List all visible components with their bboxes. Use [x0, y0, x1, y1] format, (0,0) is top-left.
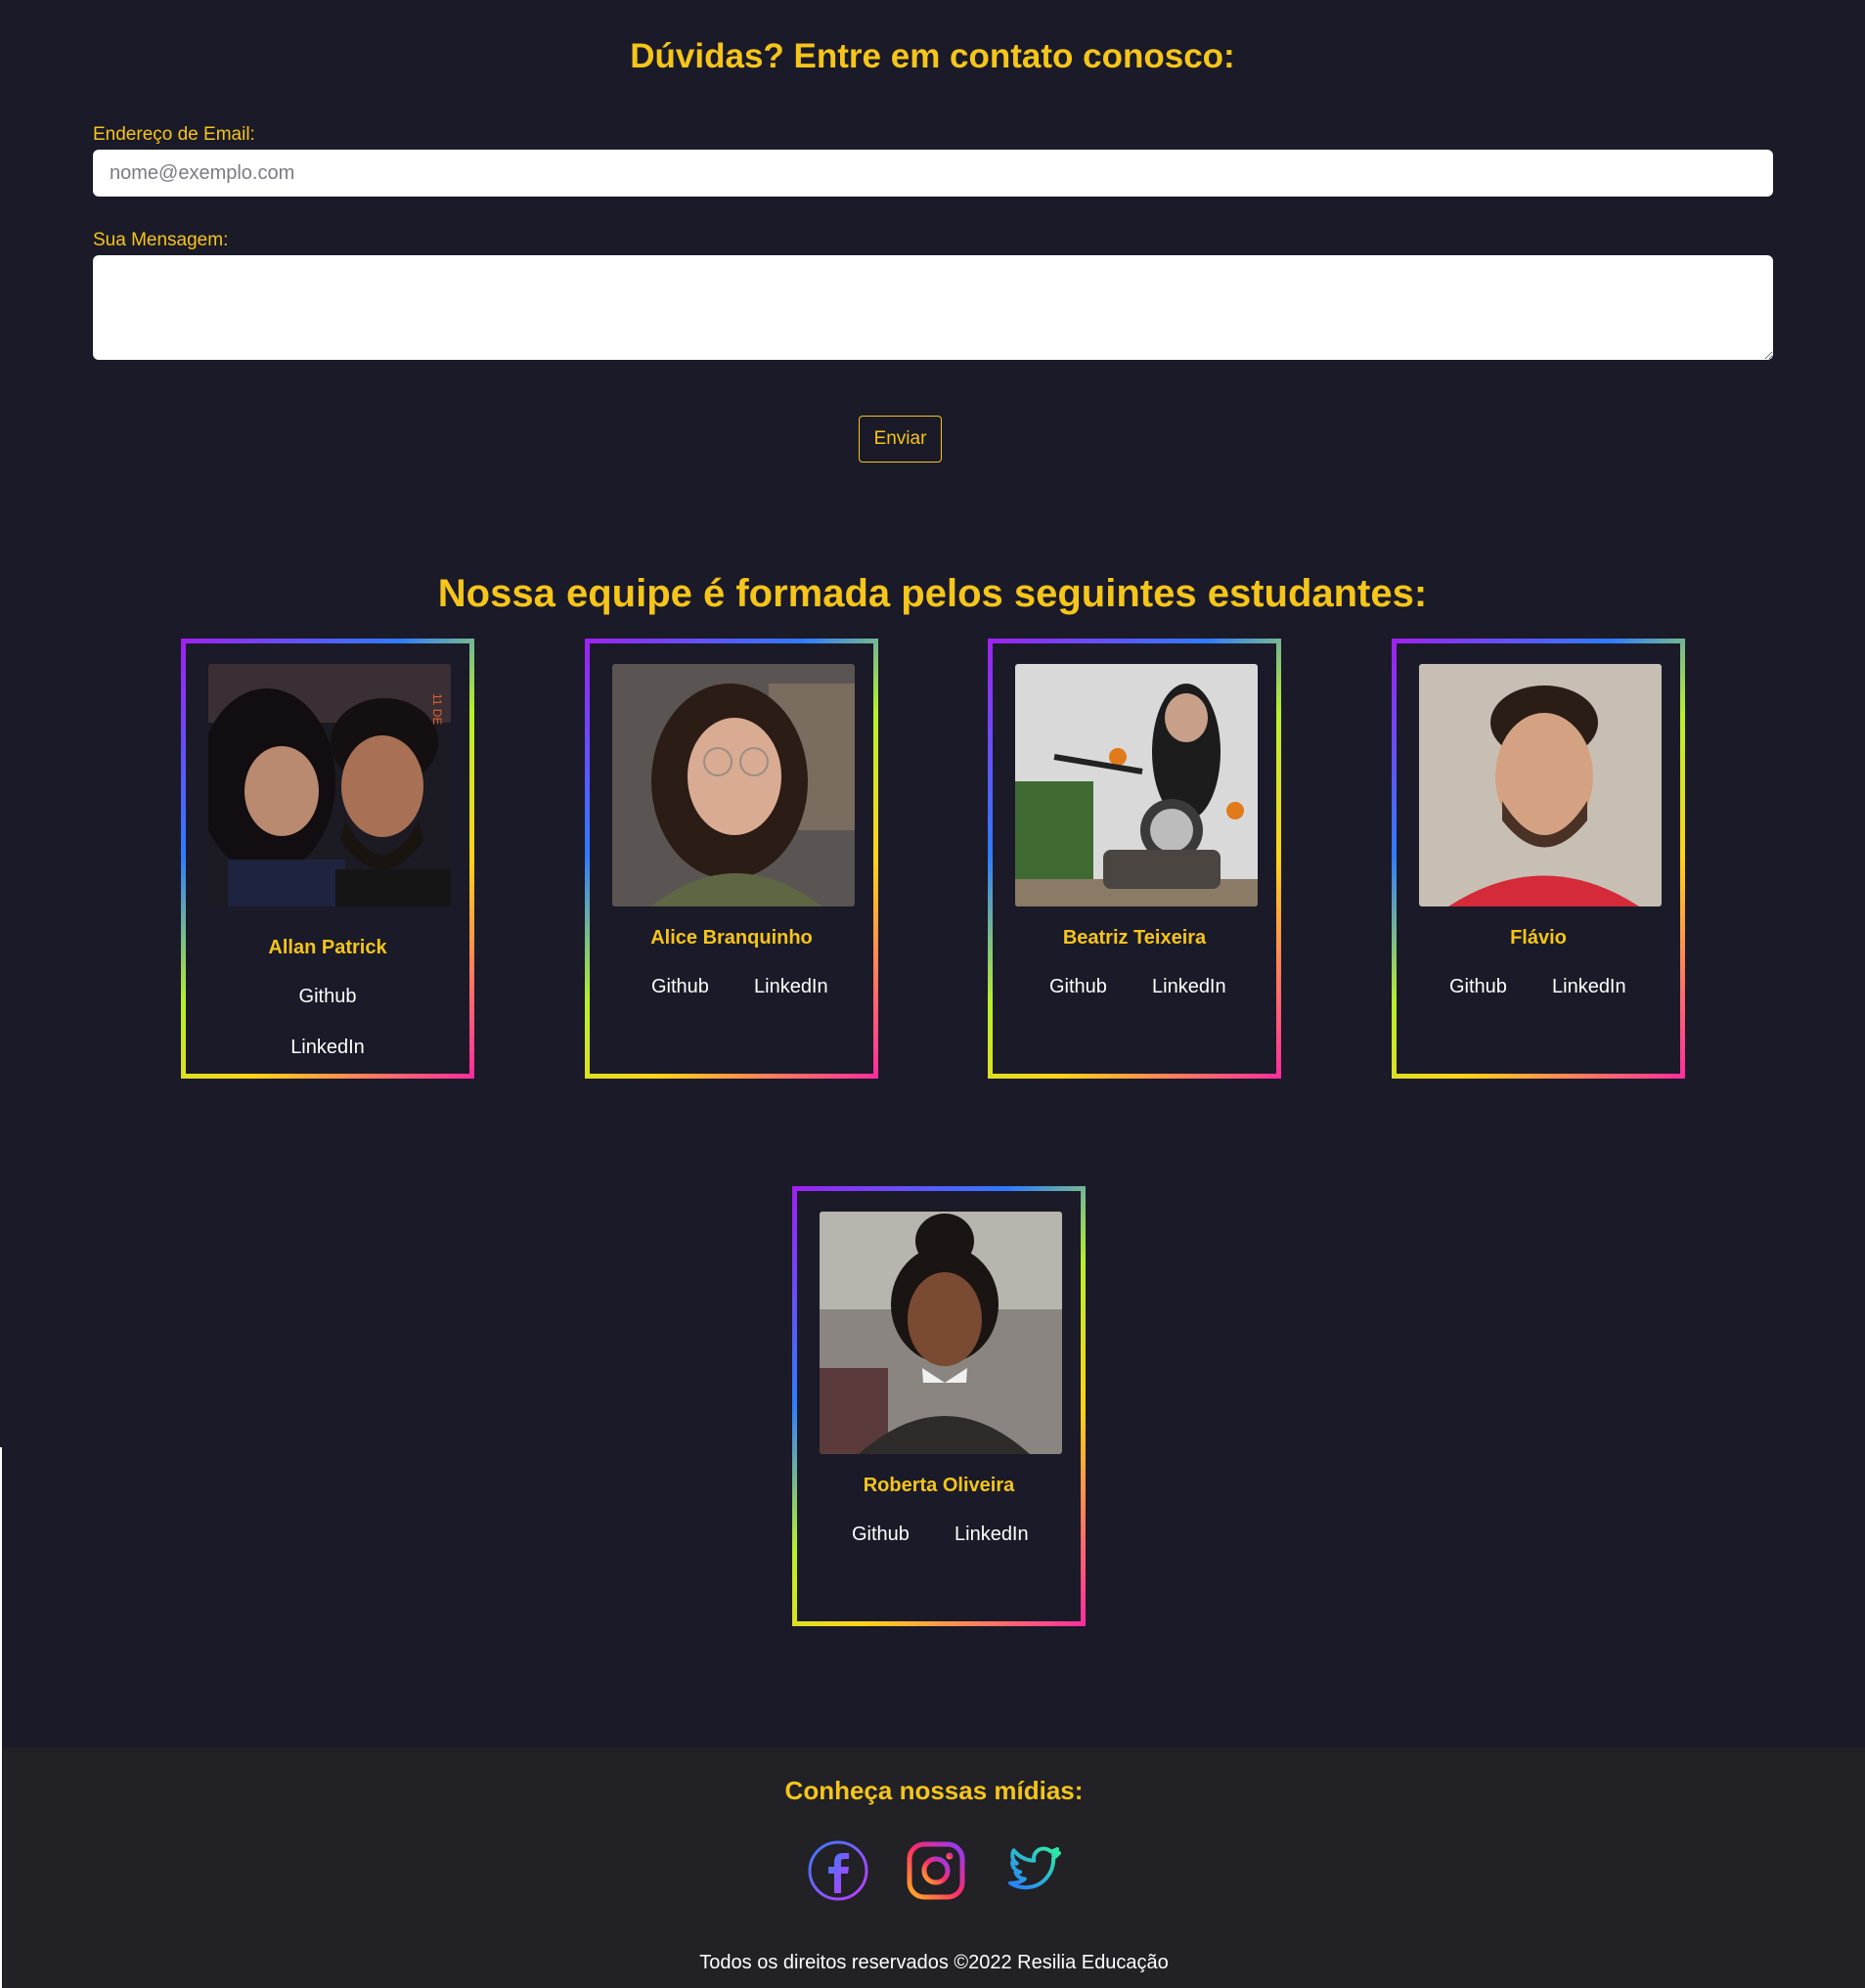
github-link[interactable]: Github — [1449, 976, 1507, 998]
team-title: Nossa equipe é formada pelos seguintes e… — [437, 572, 1428, 615]
github-link[interactable]: Github — [186, 986, 469, 1008]
linkedin-link[interactable]: LinkedIn — [1152, 976, 1226, 998]
member-photo: 11 DE — [208, 664, 451, 906]
instagram-icon[interactable] — [905, 1839, 967, 1902]
footer-title: Conheça nossas mídias: — [784, 1776, 1084, 1805]
email-label: Endereço de Email: — [93, 124, 255, 145]
github-link[interactable]: Github — [651, 976, 709, 998]
svg-text:11 DE: 11 DE — [430, 693, 444, 725]
linkedin-link[interactable]: LinkedIn — [1552, 976, 1626, 998]
contact-title: Dúvidas? Entre em contato conosco: — [630, 37, 1235, 75]
member-photo — [1015, 664, 1258, 906]
member-card: Flávio Github LinkedIn — [1392, 639, 1685, 1079]
github-link[interactable]: Github — [1049, 976, 1107, 998]
linkedin-link[interactable]: LinkedIn — [955, 1524, 1029, 1546]
send-button[interactable]: Enviar — [859, 416, 942, 463]
message-label: Sua Mensagem: — [93, 230, 229, 250]
email-input[interactable] — [93, 150, 1773, 197]
member-card: 11 DE Allan Patrick Github LinkedIn — [181, 639, 474, 1079]
twitter-icon[interactable] — [1002, 1839, 1065, 1902]
member-name: Beatriz Teixeira — [1062, 927, 1207, 949]
member-name: Allan Patrick — [268, 937, 387, 958]
linkedin-link[interactable]: LinkedIn — [754, 976, 828, 998]
member-card: Beatriz Teixeira Github LinkedIn — [988, 639, 1281, 1079]
linkedin-link[interactable]: LinkedIn — [186, 1037, 469, 1059]
member-name: Roberta Oliveira — [863, 1475, 1015, 1496]
member-photo — [612, 664, 855, 906]
facebook-icon[interactable] — [807, 1839, 869, 1902]
member-card: Roberta Oliveira Github LinkedIn — [792, 1186, 1086, 1626]
member-name: Flávio — [1510, 927, 1567, 949]
member-name: Alice Branquinho — [650, 927, 813, 949]
message-textarea[interactable] — [93, 255, 1773, 360]
member-photo — [1419, 664, 1662, 906]
copyright-text: Todos os direitos reservados ©2022 Resil… — [699, 1952, 1169, 1973]
member-card: Alice Branquinho Github LinkedIn — [585, 639, 878, 1079]
footer: Conheça nossas mídias: Todos os direitos… — [3, 1747, 1865, 1988]
github-link[interactable]: Github — [852, 1524, 910, 1546]
page-edge-line — [0, 1447, 2, 1988]
member-photo — [820, 1212, 1062, 1454]
